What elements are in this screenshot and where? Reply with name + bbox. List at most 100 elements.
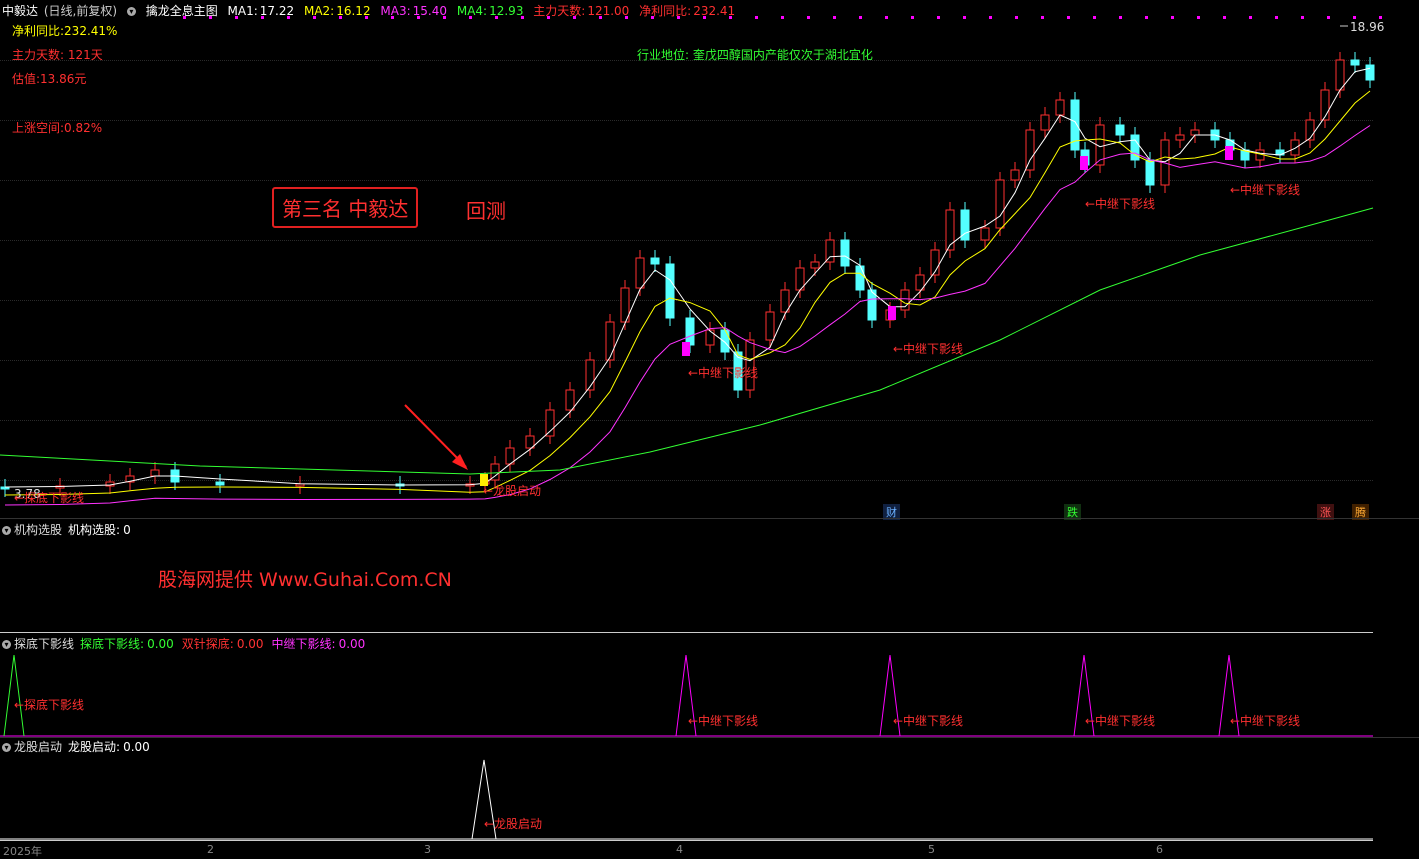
- x-axis: 2025年 2 3 4 5 6: [0, 840, 1373, 858]
- dragon-start-annotation: ←龙股启动: [483, 484, 542, 498]
- candle-body: [150, 469, 160, 477]
- main-days-value: 121.00: [587, 4, 630, 18]
- bottom-shadow-panel[interactable]: ▾ 探底下影线 探底下影线: 0.00 双针探底: 0.00 中继下影线: 0.00 ←探底下…: [0, 633, 1419, 737]
- candle-body: [1365, 64, 1375, 81]
- top-dot-marker: [1301, 16, 1304, 19]
- top-dot-marker: [781, 16, 784, 19]
- candle-body: [1190, 129, 1200, 136]
- ma2-value: 16.12: [336, 4, 371, 18]
- relay-annotation-4: ←中继下影线: [1230, 183, 1301, 197]
- candle-body: [1175, 134, 1185, 141]
- institution-panel[interactable]: ▾ 机构选股 机构选股: 0 股海网提供 Www.Guhai.Com.CN: [0, 519, 1419, 632]
- candle-body: [1010, 169, 1020, 181]
- candlestick-chart: [0, 16, 1382, 506]
- p3-relay-label-1: ←中继下影线: [688, 714, 759, 728]
- top-dot-marker: [1041, 16, 1044, 19]
- top-dot-marker: [807, 16, 810, 19]
- rank-box: 第三名 中毅达: [272, 187, 419, 228]
- top-dot-marker: [989, 16, 992, 19]
- collapse-icon[interactable]: ▾: [2, 640, 11, 649]
- candle-body: [1350, 59, 1360, 66]
- collapse-icon[interactable]: ▾: [2, 526, 11, 535]
- x-tick-feb: 2: [207, 843, 214, 856]
- ma3-value: 15.40: [412, 4, 448, 18]
- panel2-label: 机构选股:: [68, 523, 121, 537]
- candle-body: [1025, 129, 1035, 171]
- relay-marker: [888, 306, 896, 320]
- candle-body: [825, 239, 835, 263]
- ma1-value: 17.22: [259, 4, 295, 18]
- top-dot-marker: [1171, 16, 1174, 19]
- relay-annotation-3: ←中继下影线: [1085, 197, 1156, 211]
- main-header: 中毅达 (日线,前复权) ▾ 擒龙全息主图 MA1: 17.22 MA2: 16.1…: [2, 2, 741, 19]
- panel3-name[interactable]: 探底下影线: [14, 637, 74, 651]
- indicator-name[interactable]: 擒龙全息主图: [146, 4, 218, 18]
- ma4-value: 12.93: [489, 4, 524, 18]
- candle-body: [545, 409, 555, 437]
- x-tick-mar: 3: [424, 843, 431, 856]
- candle-body: [565, 389, 575, 411]
- candle-body: [585, 359, 595, 391]
- top-dot-marker: [1327, 16, 1330, 19]
- top-dot-marker: [1119, 16, 1122, 19]
- dragon-start-chart: [0, 759, 1373, 840]
- dragon-start-panel[interactable]: ▾ 龙股启动 龙股启动: 0.00 ←龙股启动: [0, 738, 1419, 840]
- p3-bottom-label: ←探底下影线: [14, 698, 85, 712]
- top-dot-marker: [1145, 16, 1148, 19]
- panel3-item1-label: 探底下影线:: [80, 637, 145, 651]
- p3-relay-label-2: ←中继下影线: [893, 714, 964, 728]
- ma2-label: MA2:: [303, 4, 335, 18]
- panel3-header: ▾ 探底下影线 探底下影线: 0.00 双针探底: 0.00 中继下影线: 0.00: [2, 635, 365, 652]
- panel3-item3-value: 0.00: [338, 637, 366, 651]
- candle-body: [945, 209, 955, 251]
- p3-relay-label-4: ←中继下影线: [1230, 714, 1301, 728]
- candle-body: [840, 239, 850, 267]
- candle-body: [215, 481, 225, 486]
- relay-marker: [1225, 146, 1233, 160]
- panel4-name[interactable]: 龙股启动: [14, 740, 62, 754]
- top-dot-marker: [1015, 16, 1018, 19]
- candle-body: [1040, 114, 1050, 131]
- collapse-icon[interactable]: ▾: [2, 743, 11, 752]
- panel2-name[interactable]: 机构选股: [14, 523, 62, 537]
- top-dot-marker: [1197, 16, 1200, 19]
- top-dot-marker: [963, 16, 966, 19]
- high-price-label: 18.96: [1350, 20, 1385, 34]
- candle-body: [1145, 159, 1155, 186]
- stock-title[interactable]: 中毅达: [2, 4, 38, 18]
- relay-marker: [1080, 156, 1088, 170]
- relay-marker: [682, 342, 690, 356]
- x-tick-apr: 4: [676, 843, 683, 856]
- candle-body: [635, 257, 645, 289]
- ma1-line: [4, 67, 1371, 488]
- main-chart-panel[interactable]: 中毅达 (日线,前复权) ▾ 擒龙全息主图 MA1: 17.22 MA2: 16.1…: [0, 0, 1419, 520]
- panel2-value: 0: [123, 523, 131, 537]
- candle-body: [765, 311, 775, 341]
- relay-annotation-1: ←中继下影线: [688, 366, 759, 380]
- top-dot-marker: [1249, 16, 1252, 19]
- panel4-label: 龙股启动:: [68, 740, 121, 754]
- period-label: (日线,前复权): [43, 4, 118, 18]
- ma1-label: MA1:: [227, 4, 258, 18]
- x-tick-may: 5: [928, 843, 935, 856]
- top-dot-marker: [755, 16, 758, 19]
- panel3-item2-label: 双针探底:: [181, 637, 234, 651]
- candle-body: [1055, 99, 1065, 116]
- panel3-item1-value: 0.00: [147, 637, 174, 651]
- info-main-days: 主力天数: 121天: [12, 48, 103, 62]
- top-dot-marker: [1379, 16, 1382, 19]
- candle-body: [665, 263, 675, 319]
- candle-body: [980, 227, 990, 241]
- collapse-icon[interactable]: ▾: [126, 7, 136, 16]
- candle-body: [855, 265, 865, 291]
- industry-position: 行业地位: 奎戊四醇国内产能仅次于湖北宜化: [637, 48, 873, 62]
- top-dot-marker: [1067, 16, 1070, 19]
- candle-body: [1290, 139, 1300, 156]
- top-dot-marker: [885, 16, 888, 19]
- bottom-shadow-annotation: ←探底下影线: [14, 491, 85, 505]
- info-upside: 上涨空间:0.82%: [12, 121, 103, 135]
- candle-body: [1320, 89, 1330, 121]
- backtest-label: 回测: [466, 199, 506, 223]
- candle-body: [605, 321, 615, 361]
- candle-body: [650, 257, 660, 265]
